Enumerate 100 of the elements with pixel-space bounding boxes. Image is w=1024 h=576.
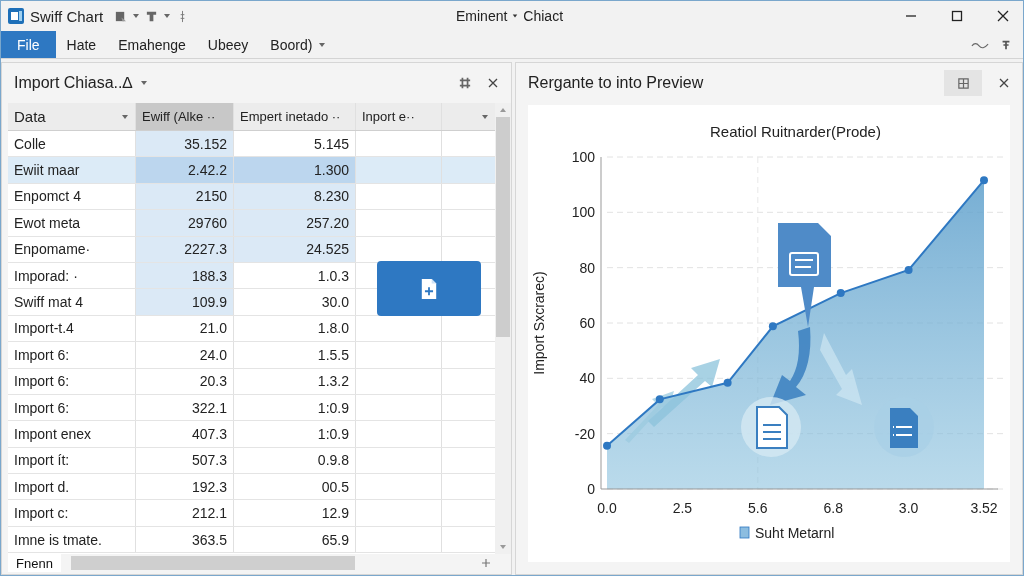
- filter-icon[interactable]: [121, 112, 129, 121]
- table-cell: 35.152: [136, 131, 234, 157]
- panel-title: Rergante to into Preview: [528, 74, 704, 92]
- table-cell: 1.8.0: [234, 315, 356, 342]
- table-cell: 1.3.2: [234, 368, 356, 394]
- table-cell: Import d.: [8, 474, 136, 500]
- table-cell: 192.3: [136, 474, 234, 500]
- x-tick-label: 6.8: [823, 500, 843, 516]
- table-cell: 257.20: [234, 210, 356, 236]
- table-cell: 2150: [136, 183, 234, 210]
- column-header[interactable]: Inport e··: [356, 103, 442, 130]
- panel-title: Import Chiasa..∆: [14, 74, 133, 92]
- menu-item[interactable]: Emahenge: [107, 31, 197, 58]
- x-tick-label: 3.52: [970, 500, 998, 516]
- y-tick-label: 0: [587, 481, 595, 497]
- layout-button[interactable]: [944, 70, 982, 96]
- table-cell: Impont enex: [8, 421, 136, 447]
- table-cell: 363.5: [136, 526, 234, 553]
- column-header[interactable]: Ewiff (Alke ··: [136, 103, 234, 130]
- add-sheet-icon[interactable]: [481, 558, 491, 568]
- table-cell: 30.0: [234, 289, 356, 315]
- scroll-up-icon[interactable]: [499, 106, 507, 114]
- table-cell: 0.9.8: [234, 447, 356, 474]
- y-tick-label: 80: [579, 259, 595, 276]
- table-cell: 507.3: [136, 447, 234, 474]
- data-point: [768, 322, 777, 331]
- table-cell: Import ít:: [8, 447, 136, 474]
- table-cell: Import 6:: [8, 394, 136, 421]
- table-cell: Import 6:: [8, 368, 136, 394]
- y-tick-label: 60: [579, 315, 595, 331]
- app-icon: [7, 7, 25, 25]
- caret-icon[interactable]: [140, 79, 149, 87]
- filter-icon[interactable]: [481, 112, 489, 121]
- table-cell: 29760: [136, 210, 234, 236]
- caret-icon[interactable]: [132, 12, 141, 20]
- table-cell: 1.5.5: [234, 342, 356, 368]
- table-cell: 1:0.9: [234, 421, 356, 447]
- sheet-tab[interactable]: Fnenn: [8, 554, 61, 572]
- table-cell: Imne is tmate.: [8, 526, 136, 553]
- horizontal-scrollbar[interactable]: [70, 556, 355, 570]
- add-file-button[interactable]: [377, 261, 481, 316]
- file-plus-icon: [420, 277, 438, 300]
- text-tool-icon[interactable]: [145, 9, 159, 23]
- table-cell: 65.9: [234, 526, 356, 553]
- layout-icon: [956, 76, 970, 90]
- table-cell: 00.5: [234, 474, 356, 500]
- y-tick-label: 100: [571, 204, 595, 221]
- document-pin-icon: [778, 223, 831, 327]
- legend-swatch: [739, 526, 750, 539]
- document-icon: [756, 406, 788, 449]
- data-point: [655, 395, 664, 404]
- table-cell: 5.145: [234, 131, 356, 157]
- table-cell: 188.3: [136, 262, 234, 289]
- y-tick-label: 100: [571, 149, 595, 165]
- caret-icon[interactable]: [163, 12, 172, 20]
- data-point: [603, 441, 611, 450]
- table-cell: 24.0: [136, 342, 234, 368]
- grid-icon[interactable]: [459, 77, 471, 89]
- menu-item[interactable]: Ubeey: [196, 31, 260, 58]
- close-icon[interactable]: [997, 10, 1009, 22]
- table-cell: 21.0: [136, 315, 234, 342]
- menu-item[interactable]: Boord): [259, 31, 338, 58]
- column-header[interactable]: Empert inetado ··: [234, 103, 356, 130]
- document-list-icon: [890, 408, 918, 448]
- table-cell: 407.3: [136, 421, 234, 447]
- menu-item[interactable]: Hate: [55, 31, 108, 58]
- table-cell: 8.230: [234, 183, 356, 210]
- double-arrow-icon: [625, 359, 720, 443]
- scroll-down-icon[interactable]: [499, 543, 507, 551]
- document-subtitle: Chiact: [523, 8, 564, 24]
- chart-tool-icon[interactable]: [114, 9, 128, 23]
- chart-title: Reatiol Ruitnarder(Prode): [710, 123, 881, 140]
- close-icon[interactable]: [998, 77, 1010, 89]
- x-tick-label: 5.6: [748, 500, 768, 516]
- caret-icon: [512, 13, 519, 19]
- data-point: [836, 289, 845, 298]
- app-title: Swiff Chart: [30, 7, 104, 25]
- table-cell: Import 6:: [8, 342, 136, 368]
- y-tick-label: 40: [579, 370, 595, 387]
- table-cell: Import-t.4: [8, 315, 136, 342]
- table-cell: 1.300: [234, 157, 356, 183]
- data-point: [723, 378, 732, 387]
- legend-label: Suht Metarnl: [755, 525, 835, 541]
- document-title: Eminent: [456, 8, 508, 24]
- close-icon[interactable]: [487, 77, 499, 89]
- table-cell: 2227.3: [136, 236, 234, 262]
- x-tick-label: 3.0: [898, 500, 919, 516]
- menu-item[interactable]: File: [1, 31, 56, 58]
- data-point: [904, 265, 913, 274]
- y-tick-label: -20: [574, 425, 595, 442]
- data-point: [980, 176, 988, 185]
- scrollbar[interactable]: [495, 103, 511, 554]
- table-cell: Import c:: [8, 500, 136, 526]
- curved-arrow-icon: [820, 333, 862, 405]
- y-axis-label: Import Sxcrarec): [531, 271, 547, 375]
- maximize-icon[interactable]: [951, 10, 963, 22]
- table-cell: 20.3: [136, 368, 234, 394]
- table-cell: 1.0.3: [234, 262, 356, 289]
- table-cell: 12.9: [234, 500, 356, 526]
- table-cell: 109.9: [136, 289, 234, 315]
